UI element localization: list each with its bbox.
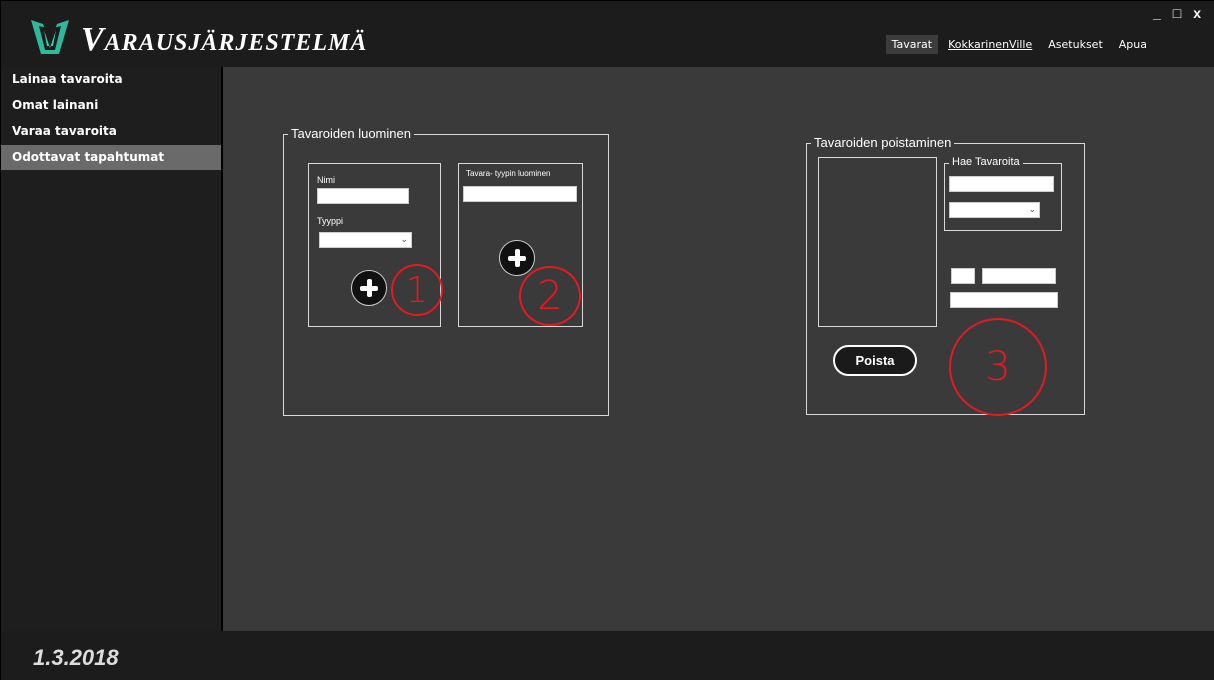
name-input[interactable] — [317, 188, 409, 204]
nav-tavarat[interactable]: Tavarat — [885, 35, 939, 54]
item-id-field[interactable] — [951, 268, 975, 284]
main-content: Tavaroiden luominen Nimi Tyyppi ⌄ 1 Tava… — [223, 67, 1214, 631]
header-bar: Varausjärjestelmä _ □ x Tavarat Kokkarin… — [1, 1, 1214, 67]
type-label: Tyyppi — [317, 216, 344, 226]
sidebar-item-omat-lainani[interactable]: Omat lainani — [1, 93, 221, 118]
chevron-down-icon: ⌄ — [1028, 204, 1036, 214]
create-type-title: Tavara- tyypin luominen — [466, 169, 551, 178]
search-items-title: Hae Tavaroita — [949, 156, 1023, 168]
item-detail-field[interactable] — [982, 268, 1056, 284]
items-listbox[interactable] — [818, 157, 937, 327]
type-name-input[interactable] — [463, 186, 577, 202]
app-window: Varausjärjestelmä _ □ x Tavarat Kokkarin… — [0, 0, 1214, 680]
search-items-group: Hae Tavaroita ⌄ — [944, 156, 1062, 231]
create-items-group: Tavaroiden luominen Nimi Tyyppi ⌄ 1 Tava… — [283, 126, 609, 416]
create-items-title: Tavaroiden luominen — [288, 126, 414, 141]
sidebar-item-varaa[interactable]: Varaa tavaroita — [1, 119, 221, 144]
top-navigation: Tavarat KokkarinenVille Asetukset Apua — [885, 35, 1153, 54]
delete-items-group: Tavaroiden poistaminen Hae Tavaroita ⌄ P… — [806, 135, 1085, 416]
nav-apua[interactable]: Apua — [1113, 35, 1153, 54]
maximize-button[interactable]: □ — [1173, 5, 1181, 21]
create-type-panel: Tavara- tyypin luominen 2 — [458, 163, 583, 327]
status-bar: 1.3.2018 — [1, 631, 1214, 680]
add-item-button[interactable] — [351, 270, 387, 306]
nav-user-link[interactable]: KokkarinenVille — [942, 35, 1038, 54]
close-button[interactable]: x — [1193, 5, 1201, 21]
delete-button[interactable]: Poista — [833, 345, 917, 376]
search-input[interactable] — [949, 176, 1054, 192]
type-select[interactable]: ⌄ — [319, 232, 412, 248]
sidebar-item-lainaa[interactable]: Lainaa tavaroita — [1, 67, 221, 92]
add-type-button[interactable] — [499, 240, 535, 276]
app-title: Varausjärjestelmä — [81, 21, 368, 58]
delete-items-title: Tavaroiden poistaminen — [811, 135, 955, 150]
search-filter-select[interactable]: ⌄ — [949, 202, 1040, 218]
sidebar: Lainaa tavaroita Omat lainani Varaa tava… — [1, 67, 223, 631]
sidebar-item-odottavat[interactable]: Odottavat tapahtumat — [1, 145, 221, 170]
item-info-field[interactable] — [950, 292, 1058, 308]
chevron-down-icon: ⌄ — [400, 234, 408, 244]
nav-asetukset[interactable]: Asetukset — [1042, 35, 1109, 54]
create-item-panel: Nimi Tyyppi ⌄ 1 — [308, 163, 443, 327]
annotation-3: 3 — [949, 318, 1047, 416]
name-label: Nimi — [317, 175, 335, 185]
status-date: 1.3.2018 — [33, 645, 119, 670]
annotation-1: 1 — [391, 264, 443, 316]
window-controls: _ □ x — [1153, 5, 1201, 21]
minimize-button[interactable]: _ — [1153, 5, 1161, 21]
app-logo-icon — [31, 20, 69, 54]
annotation-2: 2 — [519, 266, 581, 326]
